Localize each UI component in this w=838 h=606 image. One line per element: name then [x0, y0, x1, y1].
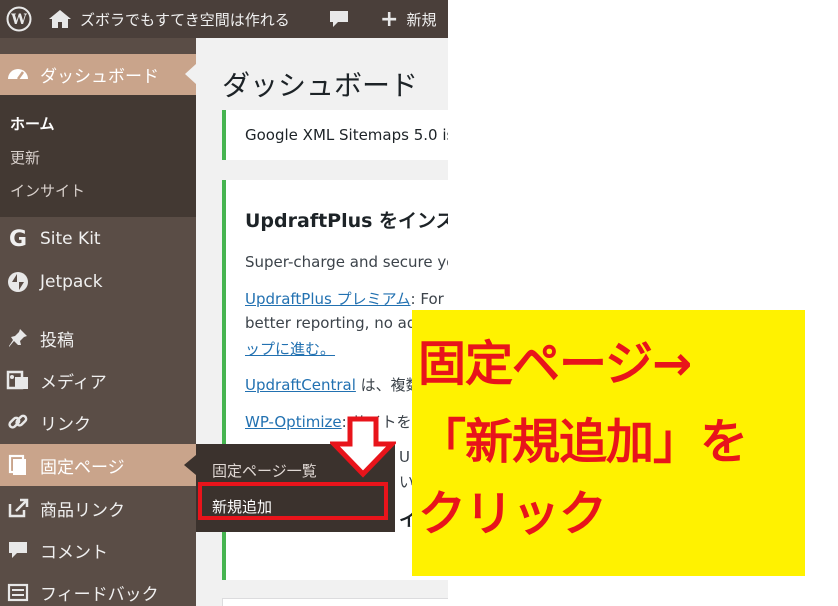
annotation-line: 「新規追加」を: [418, 414, 748, 470]
highlight-box: [198, 482, 388, 520]
updraft-central-link[interactable]: UpdraftCentral: [245, 376, 356, 394]
annotation-callout: 固定ページ→ 「新規追加」を クリック: [412, 310, 805, 576]
active-menu-arrow: [185, 64, 196, 84]
sidebar-item-media[interactable]: メディア: [0, 360, 196, 400]
sidebar-item-site-kit[interactable]: G Site Kit: [0, 219, 196, 259]
sidebar-item-label: 投稿: [40, 330, 74, 351]
fragment-text: U: [399, 448, 410, 466]
submenu-item-home[interactable]: ホーム: [10, 113, 55, 134]
sidebar-item-label: Site Kit: [40, 229, 101, 249]
comment-icon: [6, 538, 30, 562]
sidebar-item-label: フィードバック: [40, 584, 159, 605]
svg-text:W: W: [10, 12, 27, 28]
sidebar-item-label: コメント: [40, 542, 108, 563]
google-g-icon: G: [8, 226, 28, 252]
sidebar-item-label: リンク: [40, 414, 91, 435]
external-link-icon: [6, 496, 30, 520]
page-title: ダッシュボード: [222, 69, 419, 102]
annotation-line: 固定ページ→: [418, 336, 692, 392]
sidebar-item-pages[interactable]: 固定ページ: [0, 444, 196, 486]
updraft-premium-rest: : For: [410, 290, 444, 308]
media-icon: [6, 368, 30, 392]
sidebar-item-links[interactable]: リンク: [0, 402, 196, 442]
wordpress-logo-icon[interactable]: W: [6, 0, 32, 38]
submenu-item-updates[interactable]: 更新: [10, 147, 40, 168]
updraft-lead: Super-charge and secure you: [245, 253, 448, 271]
sidebar-item-label: 固定ページ: [40, 457, 125, 478]
sidebar-item-label: Jetpack: [40, 272, 103, 292]
sidebar-item-product-links[interactable]: 商品リンク: [0, 488, 196, 528]
submenu-item-insights[interactable]: インサイト: [10, 180, 85, 201]
down-arrow-icon: [328, 416, 398, 482]
flyout-item-all-pages[interactable]: 固定ページ一覧: [212, 460, 317, 481]
site-home-link[interactable]: ズボラでもすてき空間は作れる: [48, 0, 290, 38]
link-icon: [6, 410, 30, 434]
pages-icon: [6, 453, 30, 477]
annotation-line: クリック: [418, 486, 607, 542]
updraft-central-row: UpdraftCentral は、複数: [245, 374, 421, 395]
sitemaps-notice: Google XML Sitemaps 5.0 is: [222, 110, 448, 160]
sitemaps-notice-text: Google XML Sitemaps 5.0 is: [245, 126, 448, 144]
jetpack-icon: [6, 270, 30, 294]
updraft-better: better reporting, no adv: [245, 314, 426, 332]
new-label: 新規: [406, 10, 437, 29]
admin-sidebar: ダッシュボード ホーム 更新 インサイト G Site Kit Jetpack: [0, 38, 196, 606]
updraft-premium-row: UpdraftPlus プレミアム: For: [245, 288, 444, 309]
screen: W ズボラでもすてき空間は作れる + 新規 ダッシュボード ホーム 更新 インサ…: [0, 0, 838, 606]
site-name: ズボラでもすてき空間は作れる: [80, 10, 290, 29]
sidebar-item-posts[interactable]: 投稿: [0, 318, 196, 358]
updraft-heading: UpdraftPlus をインス: [245, 210, 448, 232]
new-content-button[interactable]: + 新規: [380, 0, 436, 38]
comments-button[interactable]: [328, 0, 350, 38]
admin-bar: W ズボラでもすてき空間は作れる + 新規: [0, 0, 448, 38]
dashboard-widget: [222, 598, 448, 606]
flyout-arrow: [184, 455, 196, 475]
sidebar-item-dashboard[interactable]: ダッシュボード: [0, 54, 196, 95]
sidebar-item-label: ダッシュボード: [40, 67, 159, 87]
feedback-icon: [6, 580, 30, 604]
home-icon: [48, 9, 72, 29]
dashboard-submenu: ホーム 更新 インサイト: [0, 95, 196, 217]
sidebar-item-comments[interactable]: コメント: [0, 530, 196, 570]
dashboard-icon: [6, 63, 30, 87]
sidebar-item-feedback[interactable]: フィードバック: [0, 572, 196, 606]
sidebar-item-jetpack[interactable]: Jetpack: [0, 262, 196, 302]
updraft-premium-link[interactable]: UpdraftPlus プレミアム: [245, 290, 411, 308]
wp-optimize-link[interactable]: WP-Optimize: [245, 413, 342, 431]
pin-icon: [6, 326, 30, 350]
comment-icon: [328, 9, 350, 29]
sidebar-item-label: 商品リンク: [40, 500, 125, 521]
updraft-next-link[interactable]: ップに進む。: [245, 338, 335, 359]
plus-icon: +: [380, 6, 399, 32]
updraft-central-rest: は、複数: [355, 376, 421, 394]
sidebar-item-label: メディア: [40, 372, 107, 393]
